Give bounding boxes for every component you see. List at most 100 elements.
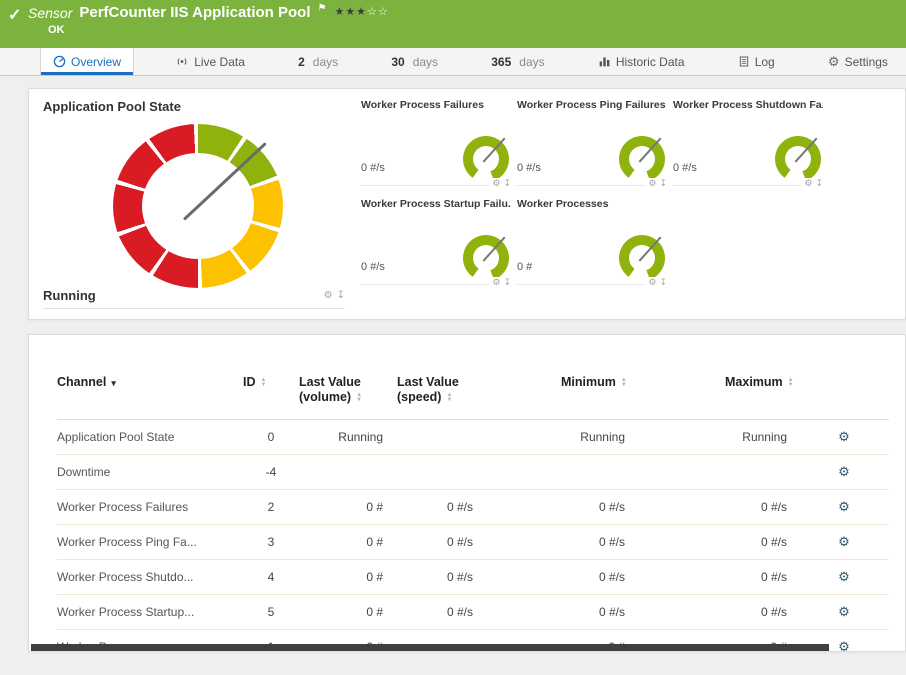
minimum-value: 0 #/s [489,560,647,595]
column-header-channel[interactable]: Channel▾ [57,373,243,420]
gauge-needle [483,237,506,262]
channel-settings-gear-icon[interactable]: ⚙ [799,455,889,490]
channel-name[interactable]: Worker Process Startup... [57,595,243,630]
channel-settings-gear-icon[interactable]: ⚙ [799,490,889,525]
minimum-value [489,455,647,490]
minimum-value: 0 #/s [489,595,647,630]
gauge-needle [639,237,662,262]
minimum-value: 0 #/s [489,490,647,525]
pin-icon[interactable]: ↧ [503,277,511,288]
column-header-id[interactable]: ID▲▼ [243,373,299,420]
channel-settings-gear-icon[interactable]: ⚙ [799,595,889,630]
channel-settings-gear-icon[interactable]: ⚙ [799,560,889,595]
stars-filled[interactable]: ★★★ [334,6,367,18]
channel-name[interactable]: Worker Process Ping Fa... [57,525,243,560]
tab-30-days[interactable]: 30 days [379,48,450,75]
gauge-needle [795,138,818,163]
gauge-worker-process-failures: Worker Process Failures 0 #/s ⚙↧ [361,99,511,186]
channel-id: 5 [243,595,299,630]
channel-name[interactable]: Worker Process Failures [57,490,243,525]
gear-icon[interactable]: ⚙ [648,178,656,189]
small-gauge-dial [619,136,665,182]
footer-bar [31,644,829,651]
column-header-last-value-volume[interactable]: Last Value(volume)▲▼ [299,373,397,420]
gauge-title: Worker Process Shutdown Fa... [673,99,823,111]
pin-icon[interactable]: ↧ [659,178,667,189]
channel-settings-gear-icon[interactable]: ⚙ [799,420,889,455]
priority-stars[interactable]: ★★★☆☆ [334,5,388,18]
gear-icon[interactable]: ⚙ [492,178,500,189]
tab-live-data-label: Live Data [194,55,245,69]
gauge-needle [182,142,266,221]
minimum-value: 0 #/s [489,525,647,560]
last-value-speed [397,420,489,455]
channel-id: 2 [243,490,299,525]
gauge-title: Worker Process Ping Failures [517,99,667,111]
tab-bar: Overview Live Data 2 days 30 days 365 da… [0,48,906,76]
main-gauge-value-row: Running ⚙ ↧ [43,288,345,309]
last-value-speed: 0 #/s [397,490,489,525]
tab-365-days[interactable]: 365 days [479,48,556,75]
pin-icon[interactable]: ↧ [337,290,345,301]
tab-log[interactable]: Log [726,48,787,75]
pin-icon[interactable]: ↧ [503,178,511,189]
column-header-maximum[interactable]: Maximum▲▼ [647,373,799,420]
pin-icon[interactable]: ↧ [815,178,823,189]
tab-365-days-unit: days [519,55,544,69]
tab-historic-data[interactable]: Historic Data [586,48,697,75]
channel-id: 3 [243,525,299,560]
tab-2-days[interactable]: 2 days [286,48,350,75]
tab-log-label: Log [755,55,775,69]
gauge-value: 0 # [517,261,532,273]
channel-name[interactable]: Application Pool State [57,420,243,455]
last-value-volume: Running [299,420,397,455]
stars-empty[interactable]: ☆☆ [367,6,389,18]
channel-name[interactable]: Worker Process Shutdo... [57,560,243,595]
chevron-down-icon: ▾ [111,378,116,388]
column-header-minimum[interactable]: Minimum▲▼ [489,373,647,420]
pin-icon[interactable]: ↧ [659,277,667,288]
gear-icon[interactable]: ⚙ [324,290,333,301]
sort-icon: ▲▼ [446,393,452,403]
status-badge: OK [48,24,906,36]
gauge-value: 0 #/s [361,162,385,174]
table-row: Application Pool State 0 Running Running… [57,420,889,455]
last-value-volume: 0 # [299,595,397,630]
main-gauge-section: Application Pool State Running ⚙ ↧ [43,99,345,309]
tab-overview-label: Overview [71,55,121,69]
gauge-needle [639,138,662,163]
channel-id: -4 [243,455,299,490]
last-value-speed: 0 #/s [397,525,489,560]
sort-icon: ▲▼ [261,378,267,388]
tab-30-days-number: 30 [391,55,404,69]
channel-settings-gear-icon[interactable]: ⚙ [799,525,889,560]
table-row: Worker Process Shutdo... 4 0 # 0 #/s 0 #… [57,560,889,595]
column-header-last-value-speed[interactable]: Last Value(speed)▲▼ [397,373,489,420]
channel-name[interactable]: Downtime [57,455,243,490]
tab-overview[interactable]: Overview [40,48,134,75]
maximum-value: Running [647,420,799,455]
maximum-value [647,455,799,490]
flag-icon[interactable]: ⚑ [317,3,326,14]
table-row: Worker Process Startup... 5 0 # 0 #/s 0 … [57,595,889,630]
tab-2-days-number: 2 [298,55,305,69]
gear-icon[interactable]: ⚙ [648,277,656,288]
last-value-speed [397,455,489,490]
last-value-volume: 0 # [299,525,397,560]
overview-icon [53,55,66,68]
last-value-volume: 0 # [299,560,397,595]
small-gauge-dial [463,235,509,281]
last-value-speed: 0 #/s [397,595,489,630]
page-title: PerfCounter IIS Application Pool [79,4,310,21]
gauge-title: Worker Process Startup Failu... [361,198,511,210]
tab-settings[interactable]: ⚙ Settings [816,48,900,75]
gauge-title: Worker Process Failures [361,99,511,111]
tab-live-data[interactable]: Live Data [163,48,257,75]
gear-icon[interactable]: ⚙ [804,178,812,189]
gear-icon[interactable]: ⚙ [492,277,500,288]
tab-2-days-unit: days [313,55,338,69]
column-header-settings [799,373,889,420]
last-value-volume [299,455,397,490]
small-gauge-dial [619,235,665,281]
gauge-title: Worker Processes [517,198,667,210]
